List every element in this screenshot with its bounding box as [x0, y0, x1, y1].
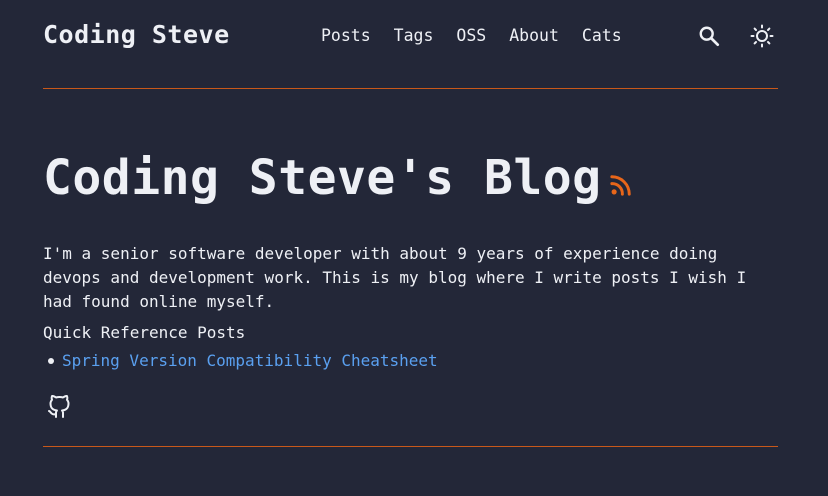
intro-text: I'm a senior software developer with abo… [43, 244, 747, 311]
page-title: Coding Steve's Blog [43, 150, 602, 206]
bullet-icon [48, 358, 54, 364]
search-icon[interactable] [698, 25, 720, 51]
page: Coding Steve Posts Tags OSS About Cats C… [0, 0, 828, 496]
github-icon[interactable] [47, 394, 71, 423]
quick-reference-list: Spring Version Compatibility Cheatsheet [43, 349, 438, 373]
nav-tags[interactable]: Tags [394, 26, 434, 45]
site-header: Coding Steve Posts Tags OSS About Cats [43, 0, 778, 88]
site-title-link[interactable]: Coding Steve [43, 20, 230, 49]
quick-reference-heading: Quick Reference Posts [43, 323, 246, 342]
sun-icon[interactable] [750, 24, 774, 52]
nav-cats[interactable]: Cats [582, 26, 622, 45]
header-divider [43, 88, 778, 89]
main-nav: Posts Tags OSS About Cats [321, 26, 645, 45]
nav-about[interactable]: About [509, 26, 559, 45]
hero: Coding Steve's Blog [43, 148, 632, 208]
nav-oss[interactable]: OSS [456, 26, 486, 45]
nav-posts[interactable]: Posts [321, 26, 371, 45]
rss-icon[interactable] [609, 174, 632, 200]
spring-cheatsheet-link[interactable]: Spring Version Compatibility Cheatsheet [62, 349, 438, 373]
footer-divider [43, 446, 778, 447]
list-item: Spring Version Compatibility Cheatsheet [43, 349, 438, 373]
